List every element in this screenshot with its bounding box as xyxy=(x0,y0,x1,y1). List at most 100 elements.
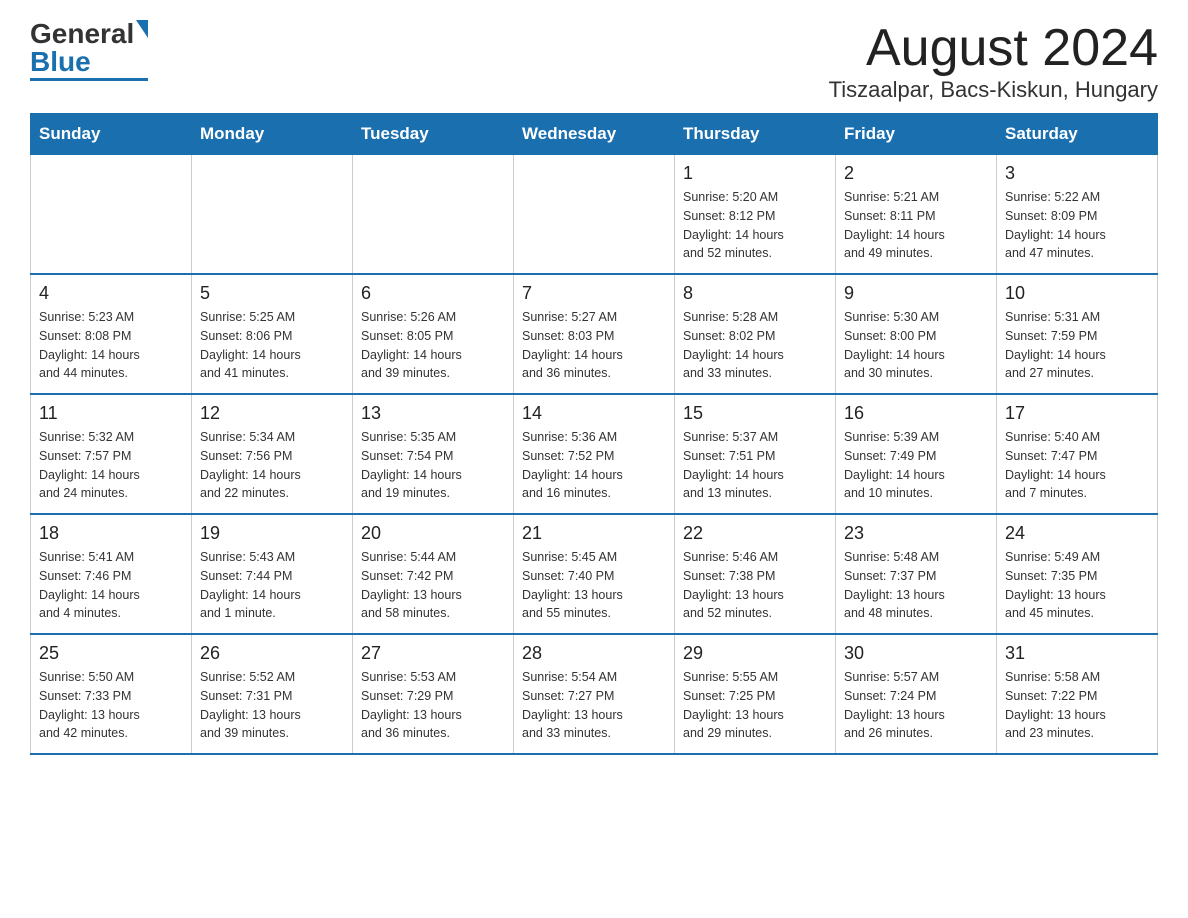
day-number: 31 xyxy=(1005,643,1149,664)
table-row xyxy=(31,155,192,275)
day-info: Sunrise: 5:48 AMSunset: 7:37 PMDaylight:… xyxy=(844,548,988,623)
calendar-header-row: Sunday Monday Tuesday Wednesday Thursday… xyxy=(31,114,1158,155)
table-row: 8Sunrise: 5:28 AMSunset: 8:02 PMDaylight… xyxy=(675,274,836,394)
col-tuesday: Tuesday xyxy=(353,114,514,155)
day-info: Sunrise: 5:54 AMSunset: 7:27 PMDaylight:… xyxy=(522,668,666,743)
table-row: 13 Sunrise: 5:35 AMSunset: 7:54 PMDayligh… xyxy=(353,394,514,514)
table-row: 7 Sunrise: 5:27 AMSunset: 8:03 PMDaylight… xyxy=(514,274,675,394)
logo-line xyxy=(30,78,148,81)
table-row xyxy=(192,155,353,275)
day-info: Sunrise: 5:57 AMSunset: 7:24 PMDaylight:… xyxy=(844,668,988,743)
calendar-week-row: 4 Sunrise: 5:23 AMSunset: 8:08 PMDaylight… xyxy=(31,274,1158,394)
table-row: 31Sunrise: 5:58 AMSunset: 7:22 PMDayligh… xyxy=(997,634,1158,754)
table-row: 14Sunrise: 5:36 AMSunset: 7:52 PMDayligh… xyxy=(514,394,675,514)
day-info: Sunrise: 5:31 AMSunset: 7:59 PMDaylight:… xyxy=(1005,308,1149,383)
col-thursday: Thursday xyxy=(675,114,836,155)
day-info: Sunrise: 5:26 AMSunset: 8:05 PMDaylight:… xyxy=(361,308,505,383)
day-info: Sunrise: 5:25 AMSunset: 8:06 PMDaylight:… xyxy=(200,308,344,383)
calendar-week-row: 18 Sunrise: 5:41 AMSunset: 7:46 PMDayligh… xyxy=(31,514,1158,634)
table-row: 12 Sunrise: 5:34 AMSunset: 7:56 PMDayligh… xyxy=(192,394,353,514)
day-number: 4 xyxy=(39,283,183,304)
day-info: Sunrise: 5:41 AMSunset: 7:46 PMDaylight:… xyxy=(39,548,183,623)
day-number: 12 xyxy=(200,403,344,424)
calendar-week-row: 1 Sunrise: 5:20 AMSunset: 8:12 PMDaylight… xyxy=(31,155,1158,275)
table-row: 4 Sunrise: 5:23 AMSunset: 8:08 PMDaylight… xyxy=(31,274,192,394)
day-number: 25 xyxy=(39,643,183,664)
day-number: 2 xyxy=(844,163,988,184)
day-number: 14 xyxy=(522,403,666,424)
table-row: 26 Sunrise: 5:52 AMSunset: 7:31 PMDayligh… xyxy=(192,634,353,754)
day-info: Sunrise: 5:43 AMSunset: 7:44 PMDaylight:… xyxy=(200,548,344,623)
day-info: Sunrise: 5:35 AMSunset: 7:54 PMDaylight:… xyxy=(361,428,505,503)
table-row: 22Sunrise: 5:46 AMSunset: 7:38 PMDayligh… xyxy=(675,514,836,634)
table-row: 11 Sunrise: 5:32 AMSunset: 7:57 PMDayligh… xyxy=(31,394,192,514)
table-row: 9 Sunrise: 5:30 AMSunset: 8:00 PMDaylight… xyxy=(836,274,997,394)
day-info: Sunrise: 5:21 AMSunset: 8:11 PMDaylight:… xyxy=(844,188,988,263)
day-number: 17 xyxy=(1005,403,1149,424)
day-info: Sunrise: 5:22 AMSunset: 8:09 PMDaylight:… xyxy=(1005,188,1149,263)
day-number: 26 xyxy=(200,643,344,664)
day-number: 11 xyxy=(39,403,183,424)
day-number: 28 xyxy=(522,643,666,664)
day-info: Sunrise: 5:27 AMSunset: 8:03 PMDaylight:… xyxy=(522,308,666,383)
col-sunday: Sunday xyxy=(31,114,192,155)
day-number: 8 xyxy=(683,283,827,304)
day-info: Sunrise: 5:32 AMSunset: 7:57 PMDaylight:… xyxy=(39,428,183,503)
day-number: 6 xyxy=(361,283,505,304)
day-info: Sunrise: 5:23 AMSunset: 8:08 PMDaylight:… xyxy=(39,308,183,383)
location-title: Tiszaalpar, Bacs-Kiskun, Hungary xyxy=(829,77,1158,103)
day-number: 7 xyxy=(522,283,666,304)
title-block: August 2024 Tiszaalpar, Bacs-Kiskun, Hun… xyxy=(829,20,1158,103)
col-monday: Monday xyxy=(192,114,353,155)
table-row: 25 Sunrise: 5:50 AMSunset: 7:33 PMDayligh… xyxy=(31,634,192,754)
table-row: 24 Sunrise: 5:49 AMSunset: 7:35 PMDayligh… xyxy=(997,514,1158,634)
table-row: 20 Sunrise: 5:44 AMSunset: 7:42 PMDayligh… xyxy=(353,514,514,634)
table-row: 15Sunrise: 5:37 AMSunset: 7:51 PMDayligh… xyxy=(675,394,836,514)
day-info: Sunrise: 5:44 AMSunset: 7:42 PMDaylight:… xyxy=(361,548,505,623)
table-row: 3Sunrise: 5:22 AMSunset: 8:09 PMDaylight… xyxy=(997,155,1158,275)
day-info: Sunrise: 5:50 AMSunset: 7:33 PMDaylight:… xyxy=(39,668,183,743)
day-info: Sunrise: 5:39 AMSunset: 7:49 PMDaylight:… xyxy=(844,428,988,503)
table-row: 29Sunrise: 5:55 AMSunset: 7:25 PMDayligh… xyxy=(675,634,836,754)
day-number: 13 xyxy=(361,403,505,424)
table-row: 19 Sunrise: 5:43 AMSunset: 7:44 PMDayligh… xyxy=(192,514,353,634)
day-info: Sunrise: 5:52 AMSunset: 7:31 PMDaylight:… xyxy=(200,668,344,743)
day-number: 30 xyxy=(844,643,988,664)
day-number: 10 xyxy=(1005,283,1149,304)
table-row: 1 Sunrise: 5:20 AMSunset: 8:12 PMDaylight… xyxy=(675,155,836,275)
day-number: 9 xyxy=(844,283,988,304)
table-row: 6 Sunrise: 5:26 AMSunset: 8:05 PMDaylight… xyxy=(353,274,514,394)
month-title: August 2024 xyxy=(829,20,1158,77)
day-number: 1 xyxy=(683,163,827,184)
day-info: Sunrise: 5:53 AMSunset: 7:29 PMDaylight:… xyxy=(361,668,505,743)
col-saturday: Saturday xyxy=(997,114,1158,155)
day-number: 19 xyxy=(200,523,344,544)
day-number: 23 xyxy=(844,523,988,544)
table-row: 17 Sunrise: 5:40 AMSunset: 7:47 PMDayligh… xyxy=(997,394,1158,514)
day-info: Sunrise: 5:20 AMSunset: 8:12 PMDaylight:… xyxy=(683,188,827,263)
day-info: Sunrise: 5:30 AMSunset: 8:00 PMDaylight:… xyxy=(844,308,988,383)
day-number: 18 xyxy=(39,523,183,544)
day-info: Sunrise: 5:34 AMSunset: 7:56 PMDaylight:… xyxy=(200,428,344,503)
table-row: 27 Sunrise: 5:53 AMSunset: 7:29 PMDayligh… xyxy=(353,634,514,754)
day-number: 24 xyxy=(1005,523,1149,544)
table-row: 16 Sunrise: 5:39 AMSunset: 7:49 PMDayligh… xyxy=(836,394,997,514)
day-number: 16 xyxy=(844,403,988,424)
table-row: 28 Sunrise: 5:54 AMSunset: 7:27 PMDayligh… xyxy=(514,634,675,754)
day-number: 20 xyxy=(361,523,505,544)
day-number: 27 xyxy=(361,643,505,664)
logo-blue: Blue xyxy=(30,46,91,77)
day-number: 21 xyxy=(522,523,666,544)
day-info: Sunrise: 5:46 AMSunset: 7:38 PMDaylight:… xyxy=(683,548,827,623)
table-row: 30 Sunrise: 5:57 AMSunset: 7:24 PMDayligh… xyxy=(836,634,997,754)
calendar-week-row: 11 Sunrise: 5:32 AMSunset: 7:57 PMDayligh… xyxy=(31,394,1158,514)
day-info: Sunrise: 5:40 AMSunset: 7:47 PMDaylight:… xyxy=(1005,428,1149,503)
logo-text: GeneralBlue xyxy=(30,20,148,76)
day-number: 5 xyxy=(200,283,344,304)
table-row: 2 Sunrise: 5:21 AMSunset: 8:11 PMDaylight… xyxy=(836,155,997,275)
day-info: Sunrise: 5:49 AMSunset: 7:35 PMDaylight:… xyxy=(1005,548,1149,623)
day-info: Sunrise: 5:55 AMSunset: 7:25 PMDaylight:… xyxy=(683,668,827,743)
col-friday: Friday xyxy=(836,114,997,155)
calendar-week-row: 25 Sunrise: 5:50 AMSunset: 7:33 PMDayligh… xyxy=(31,634,1158,754)
table-row: 23 Sunrise: 5:48 AMSunset: 7:37 PMDayligh… xyxy=(836,514,997,634)
